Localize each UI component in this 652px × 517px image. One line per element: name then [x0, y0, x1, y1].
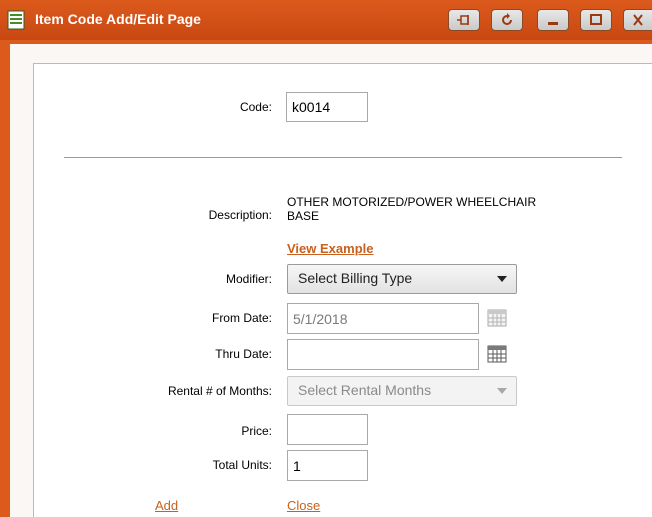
- price-input[interactable]: [287, 414, 368, 445]
- modifier-select[interactable]: Select Billing Type: [287, 264, 517, 294]
- chevron-down-icon: [497, 276, 507, 282]
- description-label: Description:: [208, 208, 272, 222]
- description-line-2: BASE: [287, 209, 320, 223]
- maximize-icon: [590, 14, 602, 25]
- maximize-button[interactable]: [580, 9, 612, 31]
- calendar-icon[interactable]: [487, 345, 507, 363]
- calendar-icon[interactable]: [487, 309, 507, 327]
- minimize-button[interactable]: [537, 9, 569, 31]
- rental-months-select[interactable]: Select Rental Months: [287, 376, 517, 406]
- thru-date-input[interactable]: [287, 339, 479, 370]
- form-icon: [7, 10, 25, 30]
- thru-date-label: Thru Date:: [215, 347, 272, 361]
- minimize-icon: [548, 22, 558, 25]
- title-bar: Item Code Add/Edit Page: [0, 0, 652, 40]
- section-divider: [64, 157, 622, 158]
- close-icon: [633, 14, 643, 26]
- price-label: Price:: [241, 424, 272, 438]
- refresh-icon: [502, 13, 512, 25]
- rental-months-label: Rental # of Months:: [167, 384, 272, 398]
- code-input[interactable]: [286, 92, 368, 122]
- close-window-button[interactable]: [623, 9, 652, 31]
- rental-months-selected-value: Select Rental Months: [298, 382, 432, 398]
- chevron-down-icon: [497, 388, 507, 394]
- modifier-selected-value: Select Billing Type: [298, 270, 413, 286]
- window-title: Item Code Add/Edit Page: [35, 11, 201, 27]
- total-units-input[interactable]: [287, 450, 368, 481]
- description-line-1: OTHER MOTORIZED/POWER WHEELCHAIR: [287, 195, 537, 209]
- from-date-input[interactable]: [287, 303, 479, 334]
- code-label: Code:: [239, 100, 272, 114]
- view-example-link[interactable]: View Example: [287, 241, 373, 256]
- pin-icon: [457, 15, 469, 25]
- modifier-label: Modifier:: [225, 272, 272, 286]
- pin-button[interactable]: [448, 9, 480, 31]
- total-units-label: Total Units:: [212, 458, 272, 472]
- refresh-button[interactable]: [491, 9, 523, 31]
- from-date-label: From Date:: [211, 311, 272, 325]
- add-link[interactable]: Add: [155, 498, 178, 513]
- close-link[interactable]: Close: [287, 498, 320, 513]
